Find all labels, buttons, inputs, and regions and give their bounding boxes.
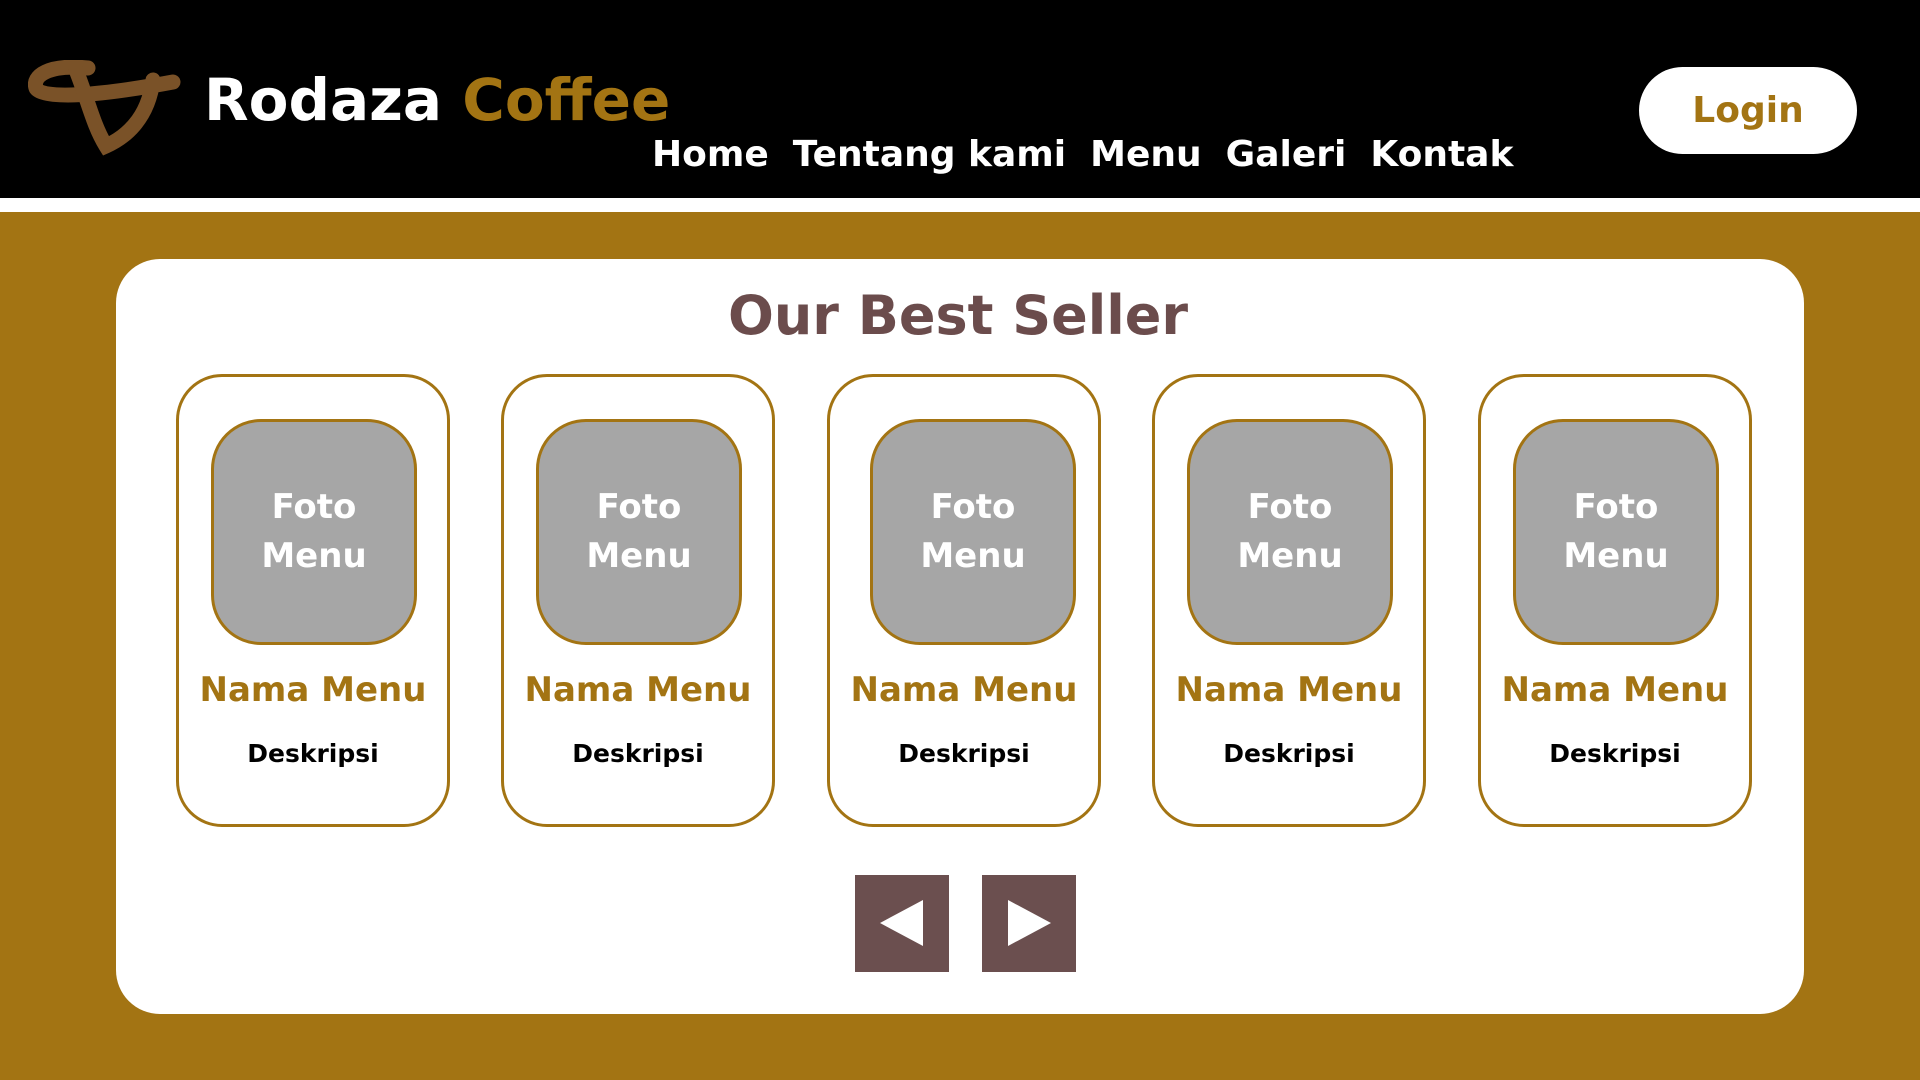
nav-galeri[interactable]: Galeri — [1226, 130, 1347, 180]
arrow-left-icon — [880, 900, 923, 946]
menu-photo-label: Foto Menu — [920, 487, 1026, 576]
brand-main: Rodaza — [204, 66, 443, 134]
menu-photo: Foto Menu — [1187, 419, 1393, 645]
main-nav: Home Tentang kami Menu Galeri Kontak — [652, 130, 1513, 180]
menu-description: Deskripsi — [572, 739, 704, 768]
menu-card[interactable]: Foto Menu Nama Menu Deskripsi — [176, 374, 450, 827]
menu-photo: Foto Menu — [870, 419, 1076, 645]
header-divider — [0, 198, 1920, 212]
menu-photo-label: Foto Menu — [1563, 487, 1669, 576]
nav-tentang-kami[interactable]: Tentang kami — [793, 130, 1066, 180]
menu-name: Nama Menu — [1501, 670, 1729, 710]
brand-name[interactable]: Rodaza Coffee — [204, 66, 670, 134]
menu-name: Nama Menu — [850, 670, 1078, 710]
menu-name: Nama Menu — [1175, 670, 1403, 710]
menu-card[interactable]: Foto Menu Nama Menu Deskripsi — [1478, 374, 1752, 827]
nav-kontak[interactable]: Kontak — [1370, 130, 1513, 180]
menu-card[interactable]: Foto Menu Nama Menu Deskripsi — [1152, 374, 1426, 827]
menu-description: Deskripsi — [1223, 739, 1355, 768]
arrow-right-icon — [1008, 900, 1051, 946]
menu-photo: Foto Menu — [536, 419, 742, 645]
menu-name: Nama Menu — [199, 670, 427, 710]
nav-home[interactable]: Home — [652, 130, 769, 180]
menu-name: Nama Menu — [524, 670, 752, 710]
menu-description: Deskripsi — [1549, 739, 1681, 768]
site-header: Rodaza Coffee Home Tentang kami Menu Gal… — [0, 0, 1920, 198]
menu-description: Deskripsi — [898, 739, 1030, 768]
login-button[interactable]: Login — [1639, 67, 1857, 154]
section-title: Our Best Seller — [727, 284, 1189, 347]
menu-card[interactable]: Foto Menu Nama Menu Deskripsi — [827, 374, 1101, 827]
menu-photo-label: Foto Menu — [261, 487, 367, 576]
menu-photo: Foto Menu — [1513, 419, 1719, 645]
menu-photo-label: Foto Menu — [1237, 487, 1343, 576]
menu-photo-label: Foto Menu — [586, 487, 692, 576]
prev-button[interactable] — [855, 875, 949, 972]
coffee-logo-icon — [28, 60, 181, 156]
nav-menu[interactable]: Menu — [1090, 130, 1202, 180]
next-button[interactable] — [982, 875, 1076, 972]
brand-accent: Coffee — [462, 66, 671, 134]
menu-card[interactable]: Foto Menu Nama Menu Deskripsi — [501, 374, 775, 827]
menu-description: Deskripsi — [247, 739, 379, 768]
menu-photo: Foto Menu — [211, 419, 417, 645]
